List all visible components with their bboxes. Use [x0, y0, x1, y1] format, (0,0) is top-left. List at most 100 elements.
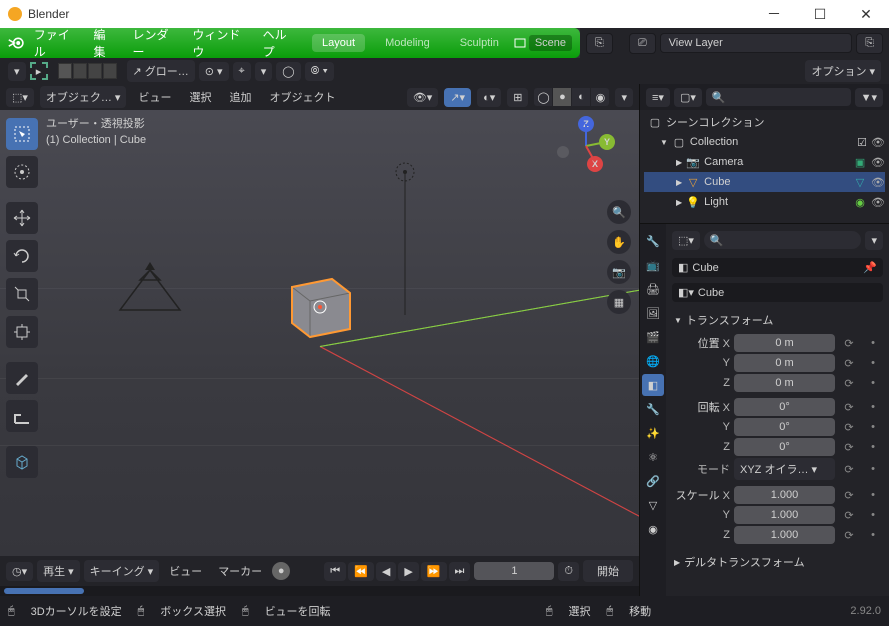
rotation-z-input[interactable]: 0°: [734, 438, 835, 456]
outliner-display-mode[interactable]: ≡▾: [646, 88, 670, 107]
visibility-dropdown[interactable]: 👁▾: [407, 88, 439, 107]
browse-scene-icon[interactable]: [513, 35, 527, 51]
outliner-scene-collection[interactable]: ▢ シーンコレクション: [644, 112, 885, 132]
shading-modes[interactable]: ◯ ● ◐ ◉: [534, 88, 609, 106]
perspective-toggle[interactable]: ▦: [607, 290, 631, 314]
options-dropdown[interactable]: オプション ▾: [805, 60, 881, 82]
menu-object[interactable]: オブジェクト: [269, 89, 335, 105]
viewport-3d[interactable]: ユーザー・透視投影 (1) Collection | Cube Z Y X 🔍 …: [0, 110, 639, 556]
keyframe-prev-button[interactable]: ⏪: [348, 562, 374, 581]
tab-render-icon[interactable]: 📺: [642, 254, 664, 276]
menu-edit[interactable]: 編集: [94, 26, 115, 60]
tab-material-icon[interactable]: ◉: [642, 518, 664, 540]
transform-tool[interactable]: [6, 316, 38, 348]
pan-button[interactable]: ✋: [607, 230, 631, 254]
tool-drag-action[interactable]: ▾: [8, 62, 26, 81]
location-x-input[interactable]: 0 m: [734, 334, 835, 352]
timeline-scrollbar[interactable]: [0, 586, 639, 596]
jump-start-button[interactable]: ⏮: [324, 562, 346, 581]
tab-constraint-icon[interactable]: 🔗: [642, 470, 664, 492]
tab-object-icon[interactable]: ◧: [642, 374, 664, 396]
camera-view-button[interactable]: 📷: [607, 260, 631, 284]
cursor-tool[interactable]: [6, 156, 38, 188]
lock-icon[interactable]: ⟳: [839, 529, 859, 542]
viewlayer-copy-button[interactable]: ⎘: [856, 33, 883, 54]
minimize-button[interactable]: －: [751, 0, 797, 28]
proportional-dropdown[interactable]: ⦾ ▾: [305, 62, 334, 81]
current-frame-input[interactable]: 1: [474, 562, 554, 580]
disclosure-icon[interactable]: ▶: [676, 178, 682, 187]
jump-end-button[interactable]: ⏭: [449, 562, 471, 581]
menu-add[interactable]: 追加: [229, 89, 251, 105]
start-frame-input[interactable]: 開始: [583, 560, 633, 582]
tab-particle-icon[interactable]: ✨: [642, 422, 664, 444]
scene-browse-button[interactable]: ⎘: [586, 33, 613, 54]
keying-dropdown[interactable]: キーイング ▾: [84, 560, 160, 582]
tab-scene-icon[interactable]: 🎬: [642, 326, 664, 348]
tab-world-icon[interactable]: 🌐: [642, 350, 664, 372]
viewlayer-browse-button[interactable]: ⎚: [629, 33, 656, 54]
move-tool[interactable]: [6, 202, 38, 234]
scale-y-input[interactable]: 1.000: [734, 506, 835, 524]
scale-x-input[interactable]: 1.000: [734, 486, 835, 504]
lock-icon[interactable]: ⟳: [839, 489, 859, 502]
outliner-filter-button[interactable]: ▼▾: [855, 88, 883, 107]
outliner-item-light[interactable]: ▶ 💡 Light ◉ 👁: [644, 192, 885, 212]
location-y-input[interactable]: 0 m: [734, 354, 835, 372]
menu-view[interactable]: ビュー: [138, 89, 171, 105]
close-button[interactable]: ✕: [843, 0, 889, 28]
timeline-view-menu[interactable]: ビュー: [169, 563, 202, 579]
eye-icon[interactable]: 👁: [871, 176, 885, 189]
disclosure-icon[interactable]: ▼: [660, 138, 668, 147]
eye-icon[interactable]: 👁: [871, 156, 885, 169]
timeline-marker-menu[interactable]: マーカー: [218, 563, 262, 579]
menu-help[interactable]: ヘルプ: [263, 26, 294, 60]
outliner-collection[interactable]: ▼ ▢ Collection ☑ 👁: [644, 132, 885, 152]
eye-icon[interactable]: 👁: [871, 136, 885, 149]
eye-icon[interactable]: 👁: [871, 196, 885, 209]
tab-sculpting[interactable]: Sculptin: [450, 34, 509, 52]
outliner-view-dropdown[interactable]: ▢▾: [674, 88, 702, 107]
maximize-button[interactable]: ☐: [797, 0, 843, 28]
lock-icon[interactable]: ⟳: [839, 401, 859, 414]
lock-icon[interactable]: ⟳: [839, 441, 859, 454]
menu-render[interactable]: レンダー: [132, 26, 174, 60]
lock-icon[interactable]: ⟳: [839, 337, 859, 350]
transform-panel-header[interactable]: ▼トランスフォーム: [672, 308, 883, 332]
select-box-icon[interactable]: ▸: [30, 62, 48, 80]
rotate-tool[interactable]: [6, 240, 38, 272]
gizmo-toggle[interactable]: ↗▾: [444, 88, 471, 107]
scale-z-input[interactable]: 1.000: [734, 526, 835, 544]
menu-select[interactable]: 選択: [189, 89, 211, 105]
play-button[interactable]: ▶: [398, 562, 418, 581]
rotation-y-input[interactable]: 0°: [734, 418, 835, 436]
shading-dropdown[interactable]: ▾: [615, 88, 633, 107]
playback-dropdown[interactable]: 再生 ▾: [37, 560, 80, 582]
camera-object[interactable]: [110, 260, 190, 320]
tab-data-icon[interactable]: ▽: [642, 494, 664, 516]
annotate-tool[interactable]: [6, 362, 38, 394]
overlay-toggle[interactable]: ◐▾: [477, 88, 501, 107]
snap-toggle[interactable]: ⌖: [233, 62, 251, 81]
add-cube-tool[interactable]: [6, 446, 38, 478]
tab-viewlayer-icon[interactable]: 🖼: [642, 302, 664, 324]
select-box-tool[interactable]: [6, 118, 38, 150]
outliner-item-camera[interactable]: ▶ 📷 Camera ▣ 👁: [644, 152, 885, 172]
frame-range-lock[interactable]: ⏱: [558, 562, 579, 581]
auto-key-toggle[interactable]: ●: [272, 562, 290, 580]
menu-file[interactable]: ファイル: [34, 26, 76, 60]
viewlayer-selector[interactable]: View Layer: [660, 33, 853, 53]
tab-modeling[interactable]: Modeling: [375, 34, 440, 52]
light-object[interactable]: [390, 160, 420, 320]
outliner-search-input[interactable]: 🔍: [706, 88, 851, 106]
zoom-button[interactable]: 🔍: [607, 200, 631, 224]
tab-tool-icon[interactable]: 🔧: [642, 230, 664, 252]
scene-selector[interactable]: Scene: [529, 35, 572, 51]
scale-tool[interactable]: [6, 278, 38, 310]
tab-layout[interactable]: Layout: [312, 34, 365, 52]
disclosure-icon[interactable]: ▶: [676, 198, 682, 207]
pin-icon[interactable]: 📌: [863, 261, 877, 274]
cube-object[interactable]: [280, 265, 360, 345]
checkbox-icon[interactable]: ☑: [857, 136, 867, 149]
lock-icon[interactable]: ⟳: [839, 357, 859, 370]
